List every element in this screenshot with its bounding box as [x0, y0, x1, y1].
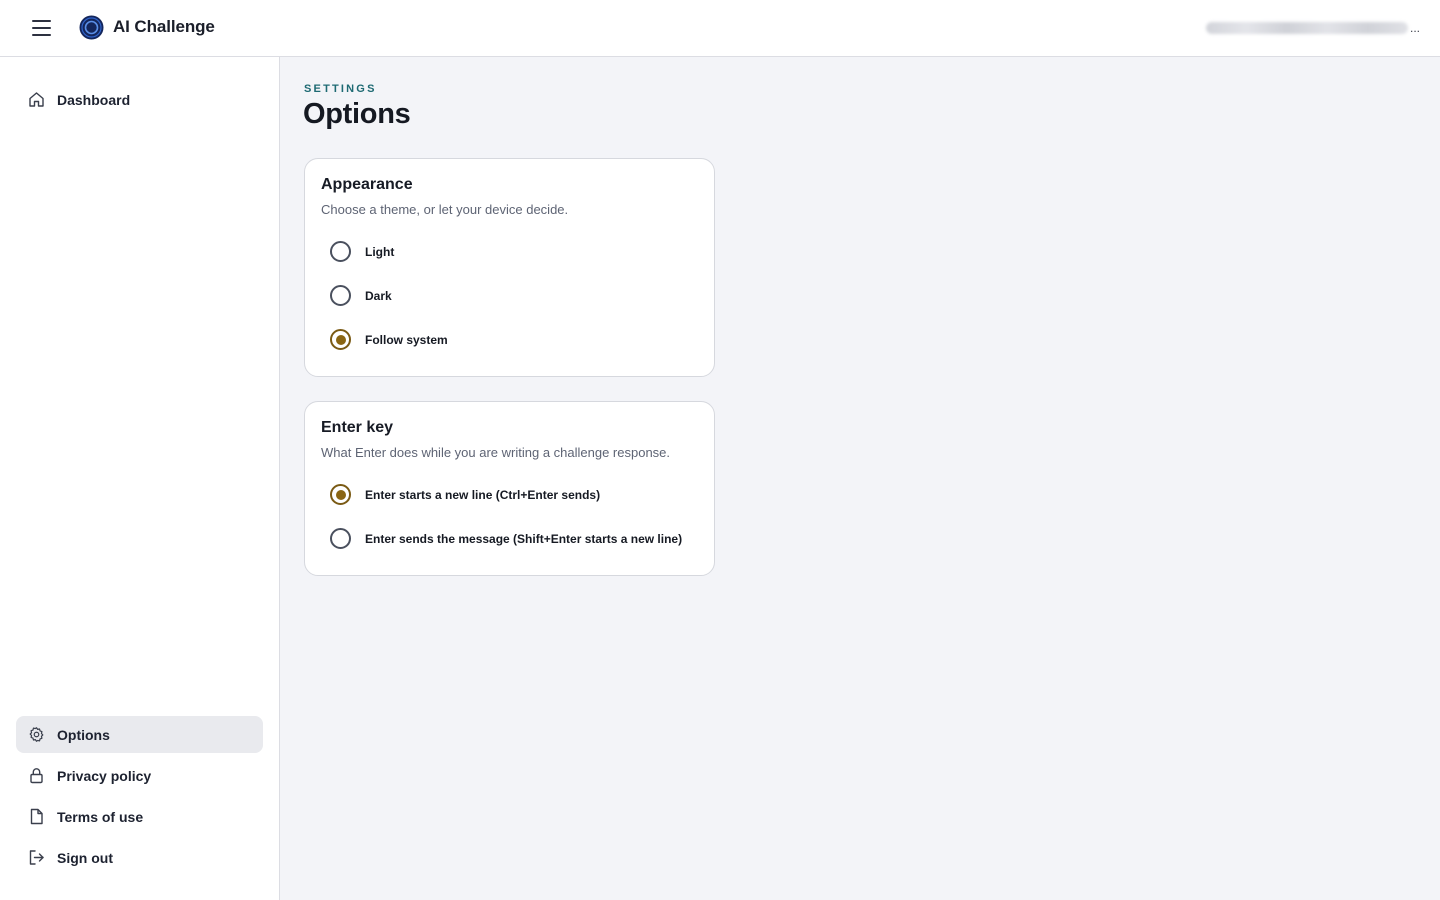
- sidebar-item-label: Terms of use: [57, 808, 144, 825]
- radio-option-dark[interactable]: Dark: [321, 278, 701, 314]
- user-email-ellipsis: ...: [1409, 21, 1420, 35]
- enter-key-card: Enter key What Enter does while you are …: [304, 401, 715, 576]
- sidebar-item-label: Dashboard: [57, 91, 131, 108]
- sidebar-item-dashboard[interactable]: Dashboard: [16, 81, 263, 118]
- gear-icon: [28, 726, 45, 743]
- card-description: Choose a theme, or let your device decid…: [321, 202, 569, 217]
- radio-option-light[interactable]: Light: [321, 234, 701, 270]
- radio-button-checked[interactable]: [330, 484, 351, 505]
- home-icon: [28, 91, 45, 108]
- card-title: Enter key: [321, 419, 394, 436]
- radio-label: Dark: [365, 289, 392, 303]
- radio-button-checked[interactable]: [330, 329, 351, 350]
- appearance-card: Appearance Choose a theme, or let your d…: [304, 158, 715, 377]
- radio-label: Follow system: [365, 333, 448, 347]
- app-title[interactable]: AI Challenge: [113, 17, 215, 37]
- sidebar-item-label: Options: [57, 726, 110, 743]
- top-bar: AI Challenge ...: [0, 0, 1440, 57]
- radio-button[interactable]: [330, 285, 351, 306]
- radio-button[interactable]: [330, 241, 351, 262]
- sign-out-icon: [28, 849, 45, 866]
- radio-label: Enter starts a new line (Ctrl+Enter send…: [365, 488, 601, 502]
- card-title: Appearance: [321, 176, 413, 193]
- radio-option-follow-system[interactable]: Follow system: [321, 322, 701, 358]
- sidebar-item-label: Sign out: [57, 849, 113, 866]
- user-account-menu[interactable]: ...: [1206, 20, 1420, 36]
- sidebar-item-terms-of-use[interactable]: Terms of use: [16, 798, 263, 835]
- document-icon: [28, 808, 45, 825]
- hamburger-menu-icon[interactable]: [26, 14, 56, 42]
- radio-label: Light: [365, 245, 395, 259]
- sidebar-item-label: Privacy policy: [57, 767, 152, 784]
- sidebar-item-sign-out[interactable]: Sign out: [16, 839, 263, 876]
- circle-logo-icon: [79, 15, 104, 40]
- page-title: Options: [303, 98, 411, 130]
- sidebar-item-privacy-policy[interactable]: Privacy policy: [16, 757, 263, 794]
- sidebar: Dashboard Options Privacy policy Terms o…: [0, 57, 280, 900]
- radio-option-enter-sends[interactable]: Enter sends the message (Shift+Enter sta…: [321, 521, 701, 557]
- radio-button[interactable]: [330, 528, 351, 549]
- page-eyebrow: SETTINGS: [304, 83, 377, 95]
- sidebar-item-options[interactable]: Options: [16, 716, 263, 753]
- radio-option-enter-new-line[interactable]: Enter starts a new line (Ctrl+Enter send…: [321, 477, 701, 513]
- card-description: What Enter does while you are writing a …: [321, 445, 671, 460]
- user-email-redacted: [1206, 22, 1408, 34]
- radio-label: Enter sends the message (Shift+Enter sta…: [365, 532, 683, 546]
- lock-icon: [28, 767, 45, 784]
